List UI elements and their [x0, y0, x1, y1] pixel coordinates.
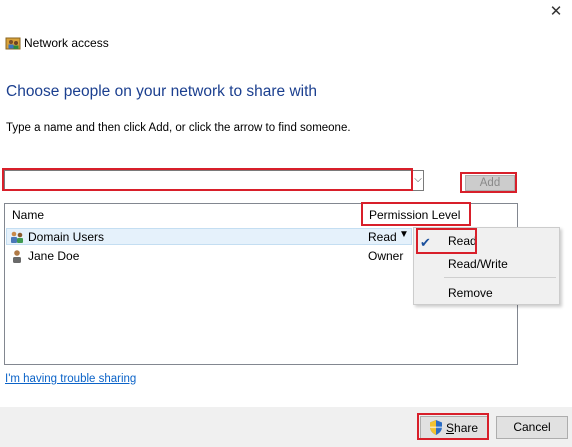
- menu-item-read-highlight: [416, 228, 477, 254]
- network-people-icon: [5, 37, 21, 50]
- chevron-down-icon[interactable]: ⌵: [412, 172, 424, 188]
- instruction-text: Type a name and then click Add, or click…: [6, 122, 351, 134]
- user-icon: [13, 250, 21, 263]
- list-item-permission[interactable]: Read: [368, 230, 397, 244]
- cancel-button[interactable]: Cancel: [496, 416, 568, 439]
- group-users-icon: [11, 231, 23, 243]
- column-header-name[interactable]: Name: [12, 208, 44, 222]
- page-heading: Choose people on your network to share w…: [6, 83, 318, 100]
- add-button-highlight: [460, 172, 517, 193]
- caret-down-icon[interactable]: ▼: [399, 229, 409, 240]
- list-item-name[interactable]: Jane Doe: [28, 249, 79, 263]
- menu-item-read-write[interactable]: Read/Write: [448, 257, 508, 271]
- menu-separator: [444, 277, 556, 278]
- permission-header-highlight: [361, 202, 471, 226]
- name-input-highlight: [2, 168, 413, 191]
- list-item-permission: Owner: [368, 249, 404, 263]
- trouble-sharing-link[interactable]: I'm having trouble sharing: [5, 373, 136, 385]
- window-title: Network access: [24, 36, 109, 50]
- menu-item-remove[interactable]: Remove: [448, 286, 493, 300]
- close-icon[interactable]: ✕: [548, 4, 564, 20]
- list-item-name[interactable]: Domain Users: [28, 230, 104, 244]
- share-button-highlight: [417, 413, 489, 440]
